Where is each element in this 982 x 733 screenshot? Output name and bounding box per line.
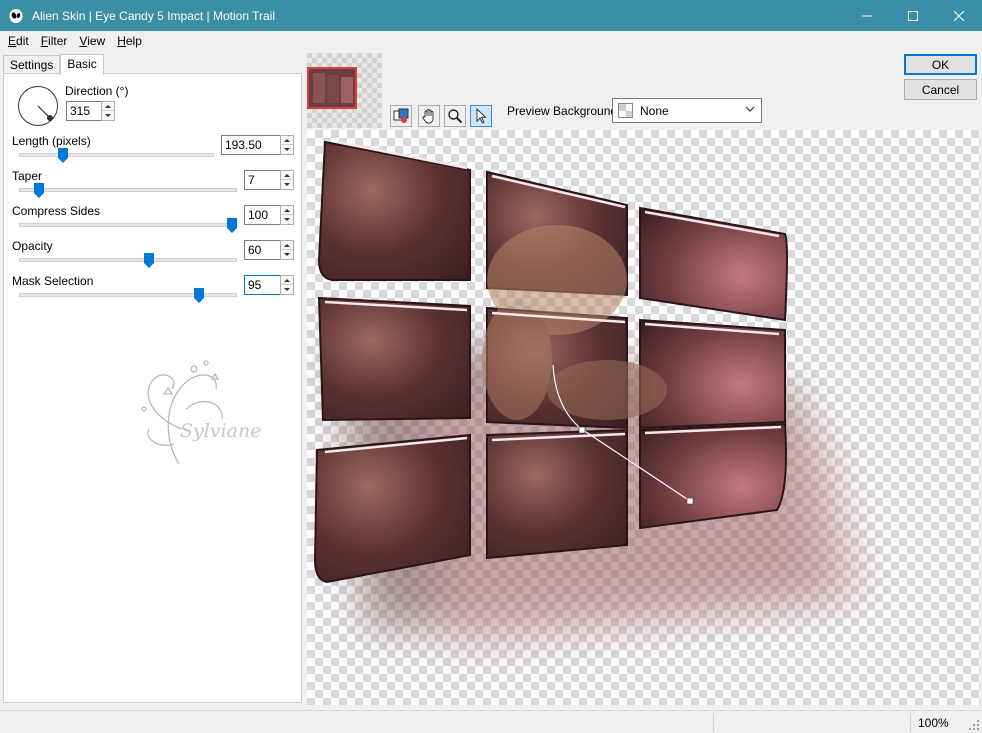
chevron-down-icon [745, 106, 755, 112]
length-slider-thumb[interactable] [57, 148, 68, 163]
preview-background-label: Preview Background: [507, 104, 621, 118]
compress-sides-slider-thumb[interactable] [227, 218, 237, 233]
mask-selection-input[interactable]: 95 [244, 275, 281, 295]
preview-canvas[interactable] [307, 130, 980, 705]
tab-basic[interactable]: Basic [60, 54, 104, 75]
ok-button[interactable]: OK [904, 54, 977, 75]
zoom-icon [448, 109, 463, 124]
basic-settings-panel: Direction (°) 315 Length (pixels) 193.50… [3, 73, 302, 703]
resize-grip-icon[interactable] [968, 719, 980, 731]
taper-spinner[interactable] [280, 170, 294, 190]
direction-label: Direction (°) [65, 84, 129, 98]
taper-slider-thumb[interactable] [33, 183, 44, 198]
close-icon [954, 10, 964, 21]
pointer-tool-button[interactable] [470, 105, 492, 127]
length-spinner[interactable] [280, 135, 294, 155]
direction-dial-needle [37, 105, 53, 121]
taper-label: Taper [12, 169, 43, 183]
menu-view[interactable]: View [73, 34, 111, 48]
spin-up-icon[interactable] [102, 102, 114, 111]
spin-up-icon[interactable] [281, 171, 293, 180]
spin-up-icon[interactable] [281, 136, 293, 145]
tab-settings[interactable]: Settings [3, 55, 61, 74]
navigator-thumbnail-image [307, 53, 382, 128]
spin-up-icon[interactable] [281, 206, 293, 215]
opacity-label: Opacity [12, 239, 53, 253]
taper-input[interactable]: 7 [244, 170, 281, 190]
mask-selection-slider-track[interactable] [19, 293, 237, 297]
navigator-thumbnail[interactable] [307, 53, 382, 128]
cancel-button[interactable]: Cancel [904, 79, 977, 100]
menu-help[interactable]: Help [111, 34, 148, 48]
opacity-slider-track[interactable] [19, 258, 237, 262]
length-label: Length (pixels) [12, 134, 91, 148]
hand-tool-button[interactable] [418, 105, 440, 127]
title-bar: Alien Skin | Eye Candy 5 Impact | Motion… [0, 0, 982, 31]
minimize-button[interactable] [844, 0, 890, 31]
pointer-icon [476, 108, 487, 124]
compress-sides-label: Compress Sides [12, 204, 101, 218]
background-swatch-icon [618, 103, 633, 118]
status-bar: 100% [0, 710, 982, 733]
spin-down-icon[interactable] [281, 250, 293, 259]
close-button[interactable] [936, 0, 982, 31]
preview-toggle-button[interactable] [390, 105, 412, 127]
spin-down-icon[interactable] [281, 180, 293, 189]
spin-up-icon[interactable] [281, 241, 293, 250]
opacity-slider-thumb[interactable] [143, 253, 154, 268]
length-input[interactable]: 193.50 [221, 135, 281, 155]
compress-sides-slider-track[interactable] [19, 223, 237, 227]
compress-sides-input[interactable]: 100 [244, 205, 281, 225]
taper-slider-track[interactable] [19, 188, 237, 192]
opacity-input[interactable]: 60 [244, 240, 281, 260]
mask-selection-slider-thumb[interactable] [193, 288, 204, 303]
direction-dial[interactable] [18, 86, 58, 126]
watermark-logo: Sylviane [141, 360, 261, 465]
menu-edit[interactable]: Edit [2, 34, 35, 48]
direction-spinner[interactable] [101, 101, 115, 121]
preview-toggle-icon [393, 108, 409, 123]
spin-down-icon[interactable] [281, 285, 293, 294]
alien-skin-logo-icon [9, 8, 23, 23]
svg-text:Sylviane: Sylviane [180, 420, 261, 442]
minimize-icon [862, 15, 872, 16]
length-slider-track[interactable] [19, 153, 214, 157]
hand-icon [422, 109, 434, 124]
direction-input[interactable]: 315 [66, 101, 102, 121]
zoom-tool-button[interactable] [444, 105, 466, 127]
maximize-icon [908, 10, 918, 21]
opacity-spinner[interactable] [280, 240, 294, 260]
mask-selection-label: Mask Selection [12, 274, 94, 288]
mask-selection-spinner[interactable] [280, 275, 294, 295]
zoom-level: 100% [918, 716, 949, 730]
spin-down-icon[interactable] [102, 111, 114, 120]
menu-bar: Edit Filter View Help [0, 31, 982, 51]
spin-up-icon[interactable] [281, 276, 293, 285]
spin-down-icon[interactable] [281, 215, 293, 224]
compress-sides-spinner[interactable] [280, 205, 294, 225]
spin-down-icon[interactable] [281, 145, 293, 154]
preview-background-value: None [640, 103, 669, 118]
window-title: Alien Skin | Eye Candy 5 Impact | Motion… [32, 8, 276, 23]
menu-filter[interactable]: Filter [35, 34, 74, 48]
preview-background-dropdown[interactable]: None [612, 98, 762, 123]
settings-tabs: Settings Basic [3, 54, 104, 75]
preview-image [313, 140, 867, 650]
maximize-button[interactable] [890, 0, 936, 31]
